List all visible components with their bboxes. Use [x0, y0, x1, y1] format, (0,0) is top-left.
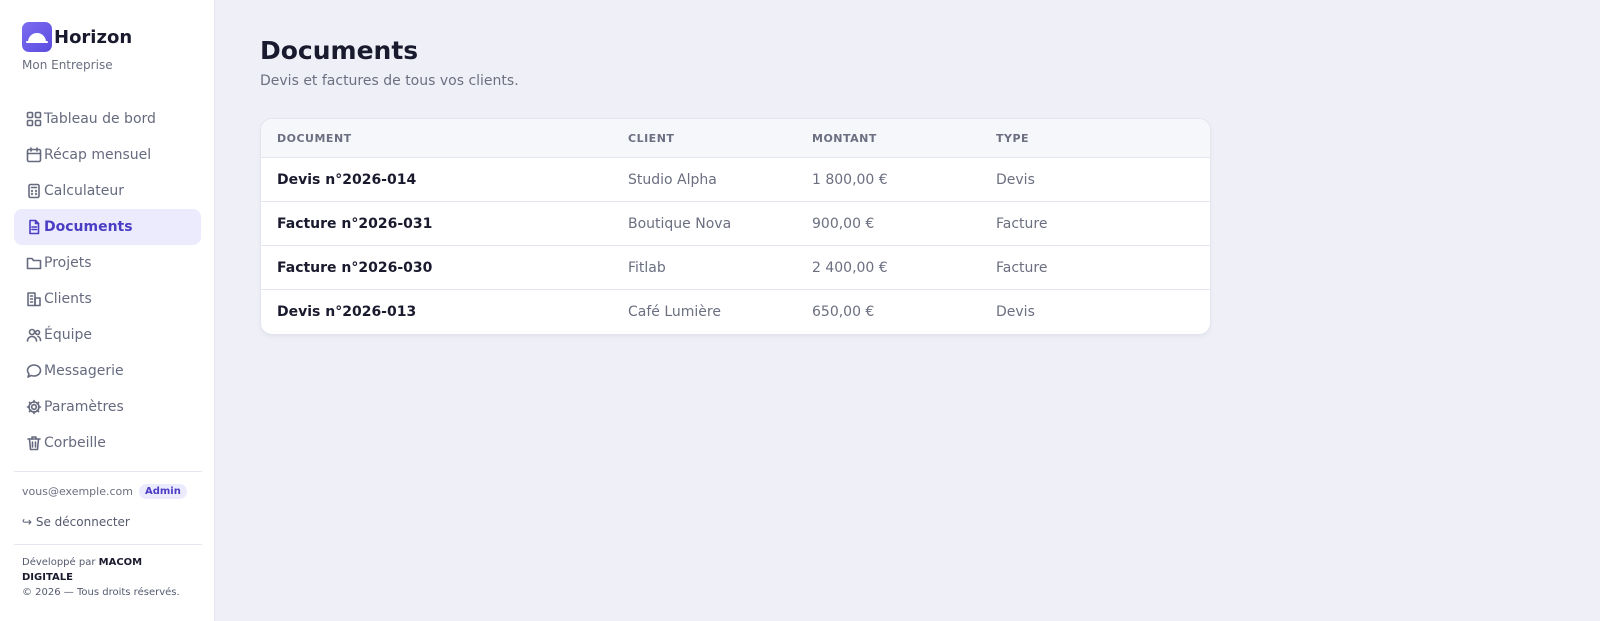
sidebar-item-label: Équipe	[44, 327, 92, 343]
document-name[interactable]: Facture n°2026-030	[261, 260, 628, 276]
sidebar-item-label: Documents	[44, 219, 133, 235]
trash-icon	[27, 436, 41, 451]
sidebar-item-label: Tableau de bord	[44, 111, 156, 127]
role-badge: Admin	[138, 484, 187, 499]
sidebar-item-label: Clients	[44, 291, 92, 307]
sidebar-item-equipe[interactable]: Équipe	[14, 317, 201, 353]
gear-icon	[26, 399, 42, 415]
page-title: Documents	[260, 36, 419, 65]
document-name[interactable]: Devis n°2026-014	[261, 172, 628, 188]
sidebar-item-documents[interactable]: Documents	[14, 209, 201, 245]
sidebar-item-corbeille[interactable]: Corbeille	[14, 425, 201, 461]
sidebar-item-label: Corbeille	[44, 435, 106, 451]
client-name: Studio Alpha	[628, 171, 717, 188]
sidebar-nav: Tableau de bord Récap mensuel Calculateu…	[14, 101, 201, 461]
folder-icon	[26, 257, 42, 270]
document-type: Devis	[996, 304, 1035, 320]
amount: 900,00 €	[812, 215, 875, 232]
documents-table: DOCUMENT CLIENT MONTANT TYPE Devis n°202…	[260, 118, 1211, 335]
user-email: vous@exemple.com	[22, 485, 133, 498]
document-name[interactable]: Facture n°2026-031	[261, 216, 628, 232]
column-header-type: TYPE	[996, 131, 1030, 145]
sidebar-item-tableau-de-bord[interactable]: Tableau de bord	[14, 101, 201, 137]
main-content: Documents Devis et factures de tous vos …	[260, 36, 519, 89]
sidebar-item-calculateur[interactable]: Calculateur	[14, 173, 201, 209]
document-type: Facture	[996, 259, 1048, 276]
document-icon	[29, 219, 40, 235]
page-subtitle: Devis et factures de tous vos clients.	[260, 73, 519, 89]
sidebar-item-label: Projets	[44, 255, 92, 271]
message-icon	[26, 364, 42, 378]
table-row[interactable]: Facture n°2026-031 Boutique Nova 900,00 …	[261, 202, 1210, 246]
amount: 650,00 €	[812, 304, 875, 320]
sidebar-item-label: Paramètres	[44, 399, 124, 415]
sidebar-item-label: Récap mensuel	[44, 147, 152, 163]
amount: 1 800,00 €	[812, 171, 888, 188]
client-name: Fitlab	[628, 259, 666, 276]
sidebar-divider	[14, 471, 202, 472]
sidebar: Horizon Mon Entreprise Tableau de bord R…	[0, 0, 215, 621]
sidebar-item-label: Calculateur	[44, 183, 125, 199]
document-type: Facture	[996, 215, 1048, 232]
client-name: Boutique Nova	[628, 215, 732, 232]
table-header: DOCUMENT CLIENT MONTANT TYPE	[261, 119, 1210, 158]
credits-prefix: Développé par	[22, 557, 96, 568]
client-name: Café Lumière	[628, 304, 721, 320]
table-row[interactable]: Devis n°2026-014 Studio Alpha 1 800,00 €…	[261, 158, 1210, 202]
sidebar-item-messagerie[interactable]: Messagerie	[14, 353, 201, 389]
sidebar-item-recap-mensuel[interactable]: Récap mensuel	[14, 137, 201, 173]
table-row[interactable]: Facture n°2026-030 Fitlab 2 400,00 € Fac…	[261, 246, 1210, 290]
sidebar-item-projets[interactable]: Projets	[14, 245, 201, 281]
building-icon	[27, 292, 41, 307]
document-type: Devis	[996, 171, 1035, 188]
credits: Développé par MACOM DIGITALE © 2026 — To…	[22, 555, 192, 600]
sidebar-item-label: Messagerie	[44, 363, 124, 379]
horizon-logo-icon	[22, 22, 52, 52]
amount: 2 400,00 €	[812, 259, 888, 276]
sidebar-item-parametres[interactable]: Paramètres	[14, 389, 201, 425]
column-header-document: DOCUMENT	[277, 131, 352, 145]
brand-name: Horizon	[54, 26, 133, 48]
company-name: Mon Entreprise	[22, 58, 113, 72]
user-info: vous@exemple.com Admin	[22, 484, 187, 499]
users-icon	[26, 328, 42, 342]
sidebar-divider	[14, 544, 202, 545]
brand[interactable]: Horizon	[22, 22, 132, 52]
logout-link[interactable]: ↪ Se déconnecter	[22, 515, 130, 529]
document-name[interactable]: Devis n°2026-013	[261, 304, 628, 320]
calculator-icon	[28, 183, 40, 199]
table-row[interactable]: Devis n°2026-013 Café Lumière 650,00 € D…	[261, 290, 1210, 334]
calendar-icon	[26, 147, 42, 163]
grid-icon	[26, 111, 42, 127]
sidebar-item-clients[interactable]: Clients	[14, 281, 201, 317]
column-header-client: CLIENT	[628, 131, 675, 145]
column-header-montant: MONTANT	[812, 131, 877, 145]
copyright: © 2026 — Tous droits réservés.	[22, 587, 180, 598]
